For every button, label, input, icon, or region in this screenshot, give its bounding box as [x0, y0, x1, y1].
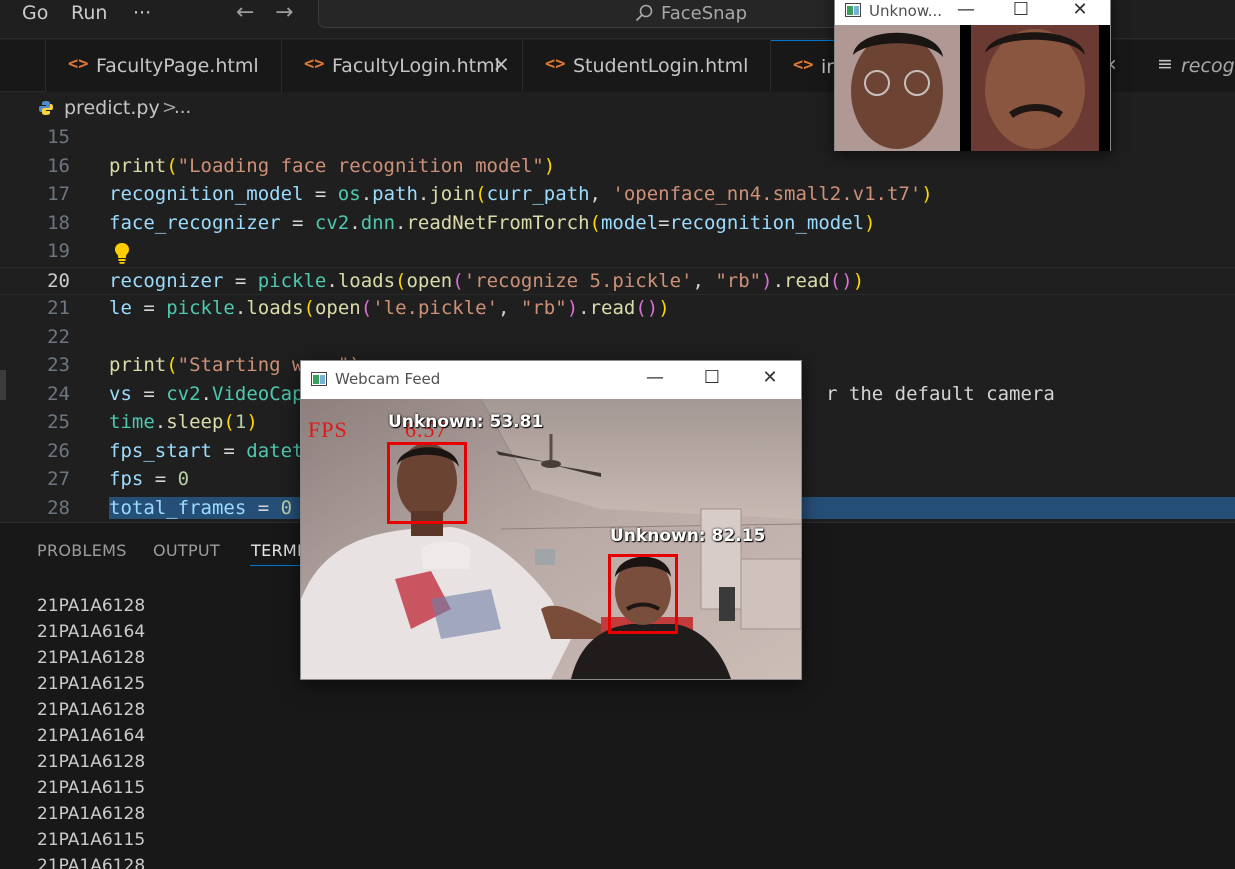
tab-facultylogin[interactable]: <> FacultyLogin.html ×	[282, 40, 523, 92]
tab-terminal[interactable]: TERMI	[251, 541, 302, 560]
code-text: recognizer = pickle.loads(open('recogniz…	[109, 270, 865, 292]
face-bounding-box	[387, 442, 467, 524]
window-title: Webcam Feed	[335, 370, 441, 388]
html-file-icon: <>	[304, 54, 325, 74]
terminal-line: 21PA1A6128	[37, 856, 146, 869]
line-number: 21	[47, 297, 70, 319]
text-file-icon: ≡	[1157, 53, 1173, 75]
code-text: recognition_model = os.path.join(curr_pa…	[109, 183, 933, 205]
close-icon[interactable]: ×	[492, 52, 510, 76]
terminal-line: 21PA1A6164	[37, 622, 146, 642]
tab-facultypage[interactable]: <> FacultyPage.html	[46, 40, 282, 92]
face-crop-1	[835, 25, 960, 151]
code-line: 18 face_recognizer = cv2.dnn.readNetFrom…	[0, 210, 1235, 238]
maximize-button[interactable]: ☐	[689, 361, 735, 397]
terminal-line: 21PA1A6128	[37, 804, 146, 824]
face-label: Unknown: 82.15	[610, 526, 766, 546]
scroll-marker	[0, 370, 6, 400]
line-number: 23	[47, 354, 70, 376]
tab-problems[interactable]: PROBLEMS	[37, 541, 127, 560]
face-bounding-box	[608, 554, 678, 634]
html-file-icon: <>	[68, 54, 89, 74]
terminal-line: 21PA1A6128	[37, 596, 146, 616]
lightbulb-icon[interactable]	[111, 241, 133, 265]
code-text: fps = 0	[109, 468, 190, 490]
menu-go[interactable]: Go	[22, 2, 48, 24]
tab-output[interactable]: OUTPUT	[153, 541, 220, 560]
terminal-line: 21PA1A6128	[37, 752, 146, 772]
code-line-current: 20 recognizer = pickle.loads(open('recog…	[0, 267, 1235, 295]
tab-label: FacultyPage.html	[96, 55, 259, 77]
code-text: time.sleep(1)	[109, 411, 258, 433]
code-line: 19	[0, 238, 1235, 266]
command-center-search[interactable]: FaceSnap	[318, 0, 838, 28]
line-number: 18	[47, 212, 70, 234]
code-line: 17 recognition_model = os.path.join(curr…	[0, 181, 1235, 209]
code-text: fps_start = datet	[109, 440, 304, 462]
camera-frame: FPS 6.57 Unknown: 53.81 Unknown: 82.15	[301, 399, 801, 679]
tab-label: StudentLogin.html	[573, 55, 749, 77]
minimize-button[interactable]: —	[632, 361, 678, 397]
code-line: 16 print("Loading face recognition model…	[0, 153, 1235, 181]
line-number: 16	[47, 155, 70, 177]
line-number: 22	[47, 326, 70, 348]
line-number: 17	[47, 183, 70, 205]
python-file-icon	[39, 101, 53, 115]
webcam-feed-window[interactable]: Webcam Feed — ☐ ✕ FPS 6.57 Unknown: 53.8…	[300, 360, 802, 680]
code-line: 21 le = pickle.loads(open('le.pickle', "…	[0, 295, 1235, 323]
line-number: 28	[47, 497, 70, 519]
line-number: 26	[47, 440, 70, 462]
menu-run[interactable]: Run	[71, 2, 107, 24]
tab-label: FacultyLogin.html	[332, 55, 500, 77]
window-titlebar[interactable]: Webcam Feed — ☐ ✕	[301, 361, 801, 397]
face-label: Unknown: 53.81	[388, 412, 544, 432]
tab-studentlogin[interactable]: <> StudentLogin.html	[523, 40, 771, 92]
command-center-label: FaceSnap	[661, 3, 747, 24]
back-arrow-icon[interactable]: ←	[236, 0, 254, 25]
window-title: Unknow...	[869, 2, 943, 20]
face-crop-2	[971, 25, 1099, 151]
terminal-line: 21PA1A6164	[37, 726, 146, 746]
line-number: 24	[47, 383, 70, 405]
search-icon	[635, 4, 653, 22]
menu-more[interactable]: ···	[133, 2, 151, 24]
line-number: 15	[47, 126, 70, 148]
code-text: face_recognizer = cv2.dnn.readNetFromTor…	[109, 212, 876, 234]
tab-recognize[interactable]: ≡ recogr	[1135, 40, 1235, 92]
tab-label: recogr	[1181, 55, 1235, 77]
close-button[interactable]: ✕	[747, 361, 793, 397]
line-number: 20	[47, 270, 70, 292]
tab-spacer	[0, 40, 46, 92]
terminal-line: 21PA1A6125	[37, 674, 146, 694]
code-line: 22	[0, 324, 1235, 352]
code-text: print("Loading face recognition model")	[109, 155, 556, 177]
line-number: 19	[47, 240, 70, 262]
html-file-icon: <>	[793, 55, 814, 75]
breadcrumb-symbols[interactable]: ...	[174, 97, 191, 118]
unknown-faces-window[interactable]: Unknow... — ☐ ✕	[834, 0, 1111, 151]
window-titlebar[interactable]: Unknow... — ☐ ✕	[835, 0, 1110, 25]
line-number: 25	[47, 411, 70, 433]
line-number: 27	[47, 468, 70, 490]
terminal-line: 21PA1A6115	[37, 778, 146, 798]
breadcrumb-file[interactable]: predict.py	[64, 97, 160, 119]
code-comment: r the default camera	[826, 383, 1055, 405]
code-text: le = pickle.loads(open('le.pickle', "rb"…	[109, 297, 670, 319]
code-text: vs = cv2.VideoCap	[109, 383, 304, 405]
terminal-line: 21PA1A6115	[37, 830, 146, 850]
app-icon	[311, 372, 327, 386]
fps-text: FPS	[308, 417, 348, 442]
terminal-line: 21PA1A6128	[37, 648, 146, 668]
app-icon	[845, 3, 861, 17]
forward-arrow-icon[interactable]: →	[275, 0, 293, 25]
html-file-icon: <>	[545, 54, 566, 74]
terminal-line: 21PA1A6128	[37, 700, 146, 720]
face-crops	[835, 25, 1110, 151]
